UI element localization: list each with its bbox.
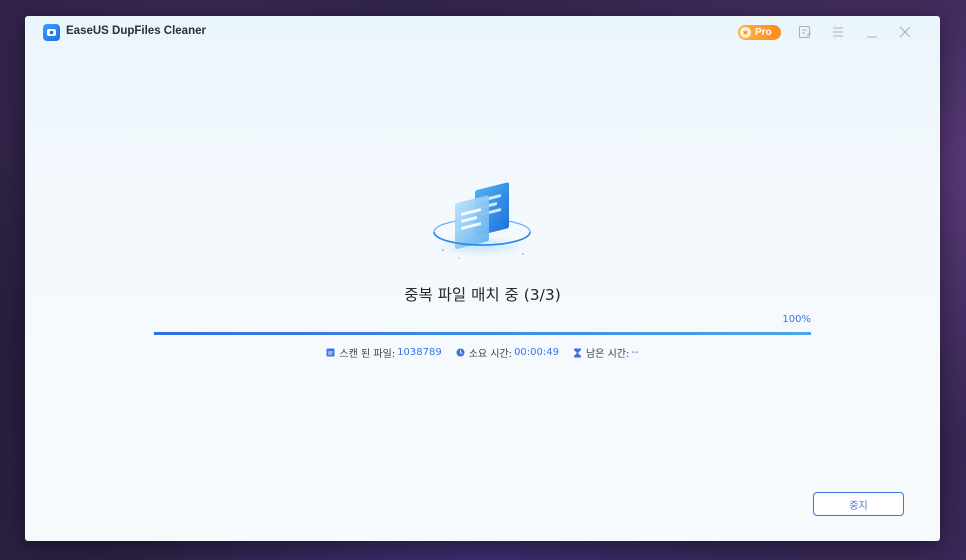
scan-status-title: 중복 파일 매치 중 (3/3) bbox=[404, 286, 561, 304]
stop-button[interactable]: 중지 bbox=[813, 492, 904, 516]
minimize-icon[interactable] bbox=[865, 25, 879, 39]
remaining-time-value: -- bbox=[631, 347, 639, 358]
app-logo-icon bbox=[43, 24, 60, 41]
title-bar: EaseUS DupFiles Cleaner ★ Pro bbox=[25, 16, 940, 50]
app-window: EaseUS DupFiles Cleaner ★ Pro 중복 파일 매치 중… bbox=[25, 16, 940, 541]
hourglass-icon bbox=[573, 348, 581, 357]
scanned-files-label: 스캔 된 파일: bbox=[339, 349, 396, 360]
close-icon[interactable] bbox=[898, 25, 912, 39]
clock-icon bbox=[456, 348, 465, 357]
elapsed-time-stat: 소요 시간: 00:00:49 bbox=[456, 345, 559, 360]
feedback-icon[interactable] bbox=[798, 25, 812, 39]
scan-stats: 스캔 된 파일: 1038789 소요 시간: 00:00:49 남은 시간: … bbox=[25, 345, 940, 360]
file-icon bbox=[326, 348, 335, 357]
remaining-time-stat: 남은 시간: -- bbox=[573, 345, 639, 360]
remaining-time-label: 남은 시간: bbox=[585, 349, 630, 360]
progress-percent: 100% bbox=[782, 314, 811, 325]
app-title: EaseUS DupFiles Cleaner bbox=[66, 25, 206, 37]
scanned-files-stat: 스캔 된 파일: 1038789 bbox=[326, 345, 442, 360]
progress-bar bbox=[154, 332, 811, 335]
elapsed-time-label: 소요 시간: bbox=[468, 349, 513, 360]
star-icon: ★ bbox=[740, 27, 751, 38]
duplicate-files-illustration bbox=[433, 182, 531, 259]
menu-icon[interactable] bbox=[831, 25, 845, 39]
elapsed-time-value: 00:00:49 bbox=[514, 347, 559, 358]
scanned-files-value: 1038789 bbox=[397, 347, 442, 358]
progress-fill bbox=[154, 332, 811, 335]
pro-badge[interactable]: ★ Pro bbox=[738, 25, 781, 40]
pro-badge-label: Pro bbox=[755, 27, 772, 38]
